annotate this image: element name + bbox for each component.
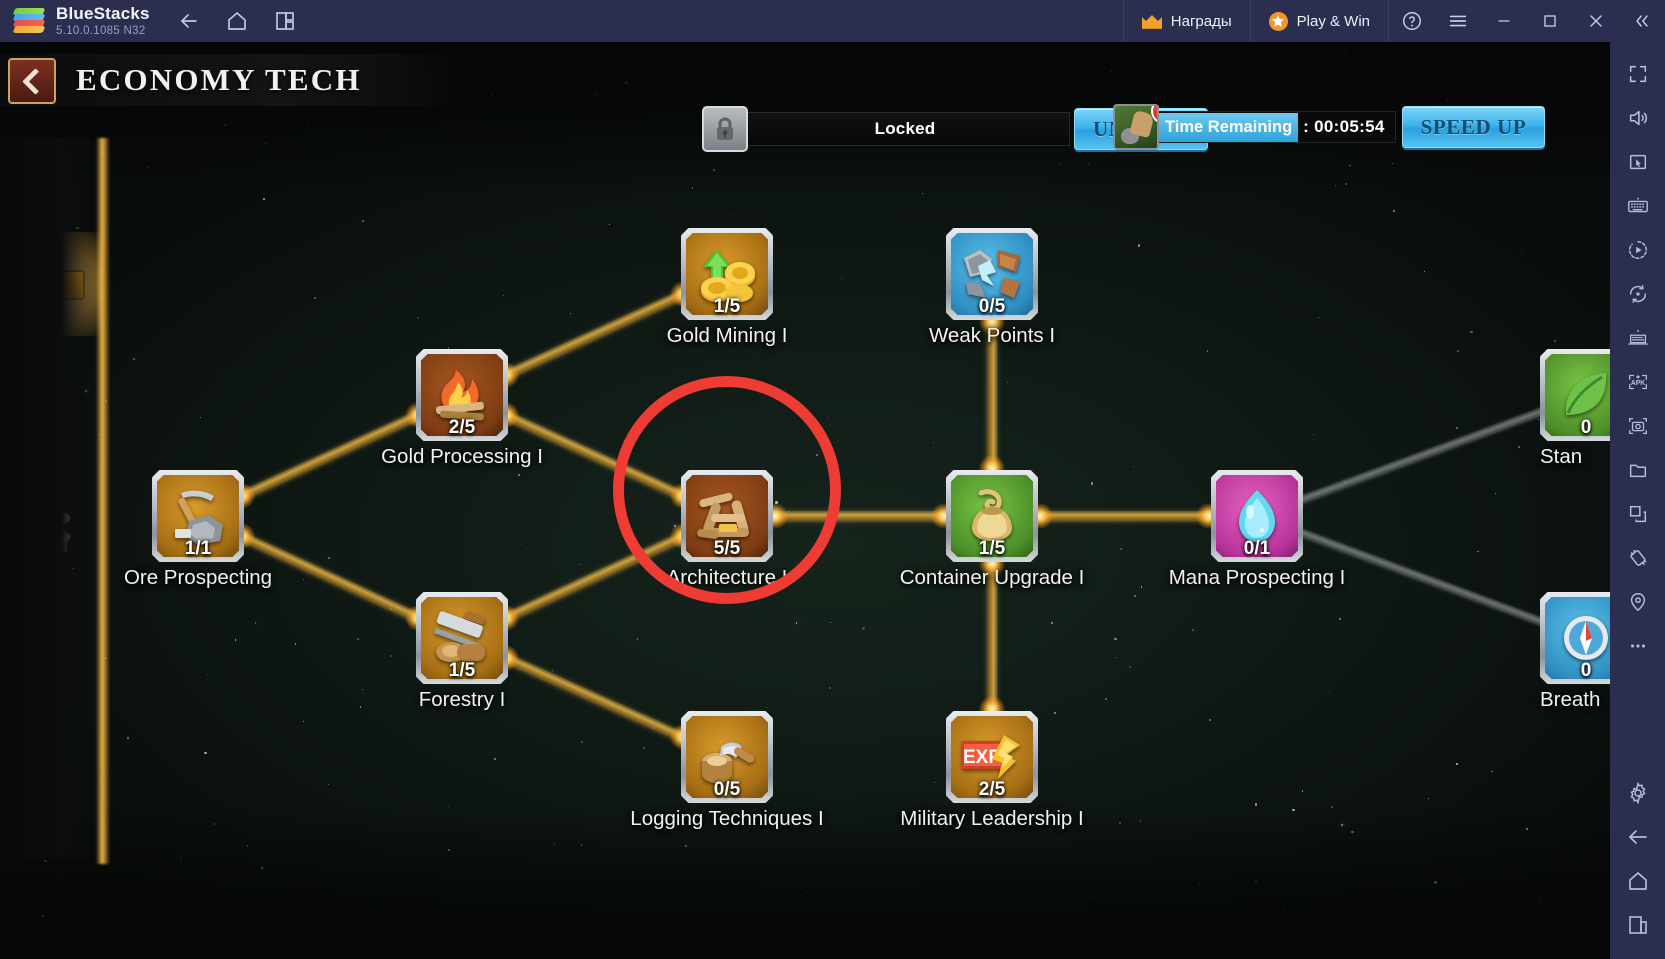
node-label: Gold Mining I [666, 324, 788, 347]
node-level-count: 0/5 [713, 779, 741, 800]
node-label: Architecture I [666, 566, 788, 589]
node-label: Breath [1540, 688, 1601, 711]
page-title: ECONOMY TECH [76, 62, 362, 97]
node-level-count: 1/1 [184, 538, 212, 559]
node-label: Gold Processing I [381, 445, 543, 468]
recent-apps-icon[interactable] [1618, 903, 1658, 947]
tech-node-architecture-1[interactable]: 5/5 Architecture I [667, 470, 787, 589]
node-level-count: 5/5 [713, 538, 741, 559]
svg-text:APK: APK [1630, 380, 1645, 387]
category-rail-glow [96, 138, 110, 864]
lock-status-text: Locked [740, 112, 1070, 146]
tech-node-forestry-1[interactable]: 1/5 Forestry I [416, 592, 508, 711]
node-level-count: 0/5 [978, 296, 1006, 317]
back-arrow-icon[interactable] [1618, 815, 1658, 859]
home-icon[interactable] [224, 8, 250, 34]
crown-icon [1141, 14, 1162, 29]
node-level-count: 0 [1580, 660, 1592, 681]
game-viewport[interactable]: 1/1 Ore Prospecting 2/5 Gold Processing I 1/… [0, 42, 1610, 959]
node-label: Stan [1540, 445, 1583, 468]
settings-gear-icon[interactable] [1618, 771, 1658, 815]
bluestacks-sidebar: APK [1610, 42, 1665, 959]
tech-node-ore-prospecting[interactable]: 1/1 Ore Prospecting [124, 470, 272, 589]
research-item-icon[interactable] [1113, 104, 1159, 150]
keyboard-icon[interactable] [1618, 184, 1658, 228]
star-icon [1268, 11, 1288, 31]
collapse-sidebar-button[interactable] [1619, 0, 1665, 42]
tech-node-standard-edge-node[interactable]: 0 Stan [1540, 349, 1610, 468]
rewards-label: Награды [1170, 12, 1232, 30]
tech-node-gold-mining-1[interactable]: 1/5 Gold Mining I [667, 228, 787, 347]
game-header: ECONOMY TECH [0, 42, 1610, 110]
time-remaining-label: Time Remaining [1156, 112, 1299, 142]
macro-record-icon[interactable] [1618, 228, 1658, 272]
tech-node-gold-processing-1[interactable]: 2/5 Gold Processing I [381, 349, 543, 468]
shake-icon[interactable] [1618, 536, 1658, 580]
install-apk-icon[interactable]: APK [1618, 360, 1658, 404]
node-level-count: 2/5 [978, 779, 1006, 800]
tech-node-logging-techniques-1[interactable]: 0/5 Logging Techniques I [630, 711, 824, 830]
time-remaining-bar: Time Remaining : 00:05:54 [1155, 111, 1396, 143]
lock-icon [702, 106, 748, 152]
play-and-win-button[interactable]: Play & Win [1251, 0, 1389, 42]
cursor-pointer-icon[interactable] [1618, 140, 1658, 184]
tech-edge-mana-prospecting-1-to-standard-edge-node [1255, 390, 1588, 521]
node-level-count: 0/1 [1243, 538, 1271, 559]
tech-node-military-leadership-1[interactable]: EXP 2/5 Military Leadership I [900, 711, 1084, 830]
back-button[interactable] [8, 58, 56, 104]
bluestacks-titlebar: BlueStacks 5.10.0.1085 N32 Награды Play … [0, 0, 1665, 42]
node-label: Ore Prospecting [123, 566, 273, 589]
app-name: BlueStacks [56, 4, 150, 24]
fullscreen-icon[interactable] [1618, 52, 1658, 96]
node-label: Military Leadership I [900, 807, 1084, 830]
speed-up-button[interactable]: SPEED UP [1401, 106, 1546, 148]
home-icon[interactable] [1618, 859, 1658, 903]
node-level-count: 2/5 [448, 417, 476, 438]
app-version: 5.10.0.1085 N32 [56, 24, 146, 37]
rotate-icon[interactable] [1618, 272, 1658, 316]
tech-node-breath-edge-node[interactable]: 0 Breath [1540, 592, 1610, 711]
category-rail [0, 138, 106, 858]
close-button[interactable] [1573, 0, 1619, 42]
media-folder-icon[interactable] [1618, 448, 1658, 492]
rewards-button[interactable]: Награды [1122, 0, 1251, 42]
node-label: Logging Techniques I [630, 807, 824, 830]
eco-mode-icon[interactable] [1618, 316, 1658, 360]
menu-hamburger-icon[interactable] [1435, 0, 1481, 42]
multi-instance-icon[interactable] [1618, 492, 1658, 536]
help-icon[interactable] [1389, 0, 1435, 42]
node-level-count: 1/5 [448, 660, 476, 681]
maximize-button[interactable] [1527, 0, 1573, 42]
tech-tree[interactable]: 1/1 Ore Prospecting 2/5 Gold Processing I 1/… [0, 42, 1610, 959]
bluestacks-logo-icon [12, 8, 46, 34]
location-icon[interactable] [1618, 580, 1658, 624]
back-icon[interactable] [176, 8, 202, 34]
multi-instance-icon[interactable] [272, 8, 298, 34]
node-label: Mana Prospecting I [1168, 566, 1346, 589]
tech-node-container-upgrade-1[interactable]: 1/5 Container Upgrade I [900, 470, 1084, 589]
screenshot-icon[interactable] [1618, 404, 1658, 448]
time-remaining-value: : 00:05:54 [1303, 117, 1385, 136]
node-level-count: 1/5 [978, 538, 1006, 559]
node-label: Weak Points I [928, 324, 1056, 347]
node-level-count: 1/5 [713, 296, 741, 317]
node-level-count: 0 [1580, 417, 1592, 438]
play-and-win-label: Play & Win [1296, 12, 1370, 30]
research-timer-group: Time Remaining : 00:05:54 SPEED UP [1113, 104, 1546, 150]
minimize-button[interactable] [1481, 0, 1527, 42]
tech-node-mana-prospecting-1[interactable]: 0/1 Mana Prospecting I [1169, 470, 1345, 589]
more-icon[interactable] [1618, 624, 1658, 668]
volume-icon[interactable] [1618, 96, 1658, 140]
node-label: Forestry I [418, 688, 506, 711]
node-label: Container Upgrade I [899, 566, 1085, 589]
tech-node-weak-points-1[interactable]: 0/5 Weak Points I [929, 228, 1055, 347]
